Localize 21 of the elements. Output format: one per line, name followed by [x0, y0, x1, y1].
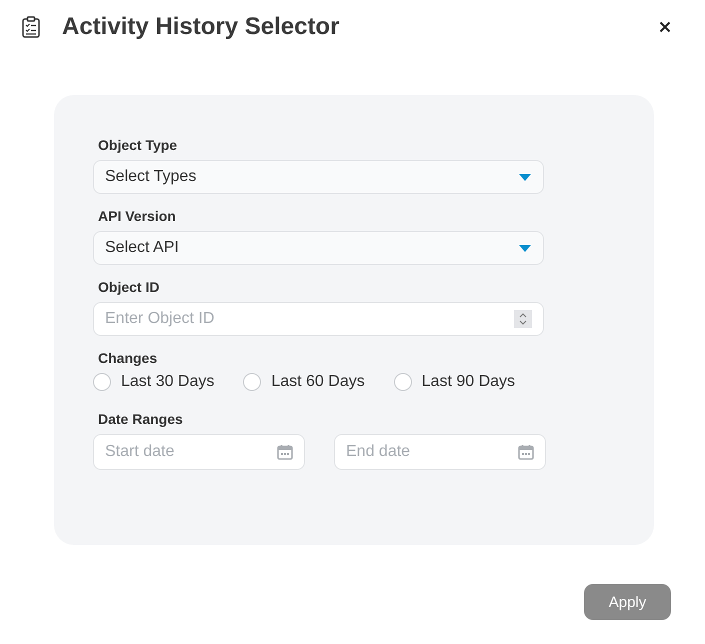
- calendar-icon[interactable]: [277, 444, 293, 460]
- clipboard-icon: [22, 16, 40, 38]
- dropdown[interactable]: Select API: [93, 231, 544, 265]
- date-field[interactable]: End date: [334, 434, 546, 470]
- radio-option[interactable]: Last 60 Days: [243, 373, 394, 391]
- field-label: API Version: [98, 208, 177, 224]
- spinner-icon[interactable]: [514, 310, 532, 328]
- field-label: Date Ranges: [98, 411, 184, 427]
- input-field[interactable]: Enter Object ID: [93, 302, 544, 336]
- radio-option[interactable]: Last 30 Days: [93, 373, 244, 391]
- close-icon[interactable]: [659, 21, 671, 33]
- field-label: Object Type: [98, 137, 178, 153]
- dropdown[interactable]: Select Types: [93, 160, 544, 194]
- caret-icon: [519, 174, 531, 180]
- field-label: Object ID: [98, 279, 160, 295]
- caret-icon: [519, 244, 531, 252]
- field-label: Changes: [98, 350, 158, 366]
- date-field[interactable]: Start date: [93, 434, 305, 470]
- radio-option[interactable]: Last 90 Days: [394, 373, 544, 391]
- calendar-icon[interactable]: [518, 444, 534, 460]
- dialog-title: Activity History Selector: [62, 13, 340, 41]
